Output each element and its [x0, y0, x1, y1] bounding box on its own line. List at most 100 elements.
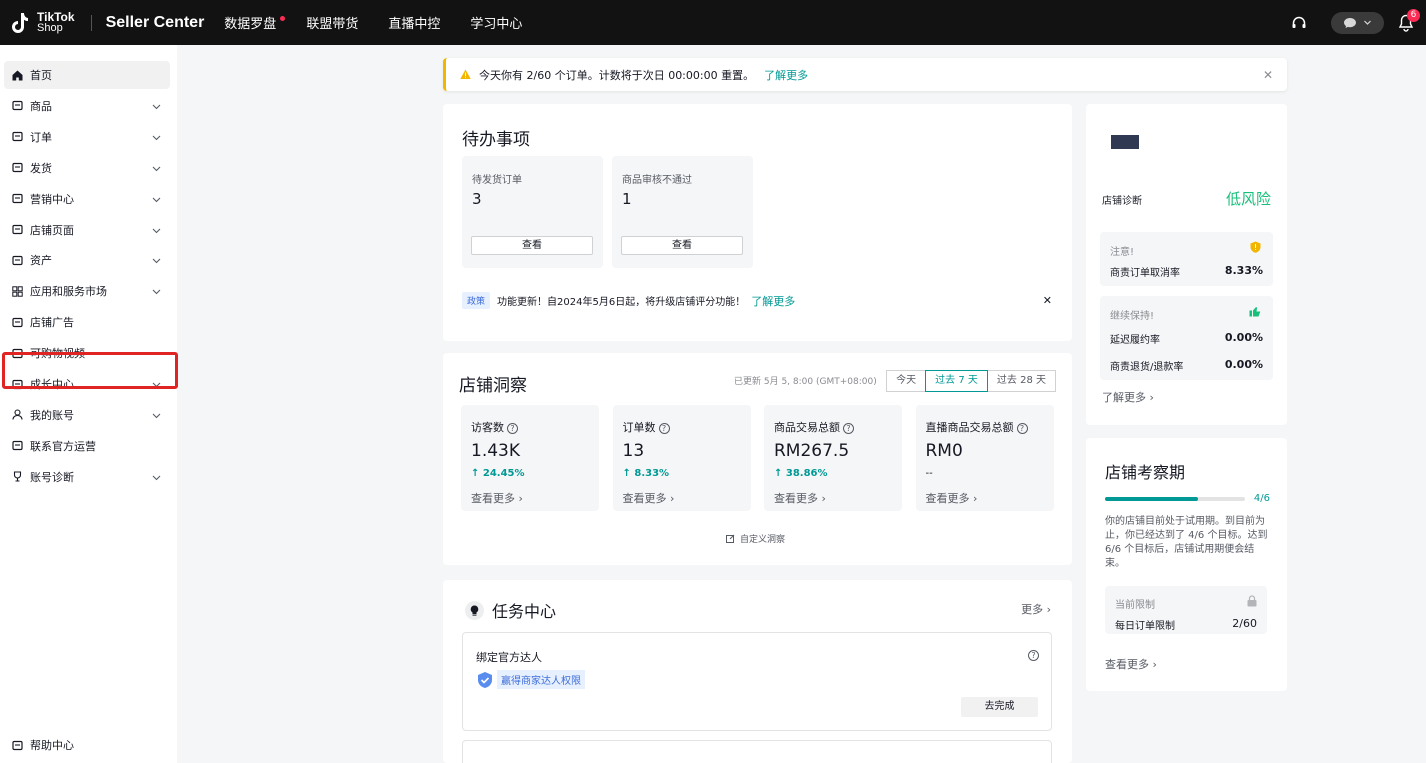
probation-view-more-link[interactable]: 查看更多 ›	[1105, 656, 1157, 672]
keep-up-title: 继续保持!	[1110, 311, 1155, 322]
notification-bell[interactable]: 6	[1398, 8, 1420, 32]
attention-title: 注意!	[1110, 247, 1135, 258]
range-28-days-button[interactable]: 过去 28 天	[986, 370, 1056, 392]
sidebar-item-label: 资产	[30, 254, 52, 268]
warning-icon	[460, 69, 471, 79]
sidebar-item-label: 联系官方运营	[30, 439, 96, 453]
sidebar-item-label: 店铺页面	[30, 223, 74, 237]
metric-view-more-link[interactable]: 查看更多 ›	[471, 490, 523, 506]
metric-change-value: 8.33%	[634, 468, 670, 479]
chat-selector[interactable]	[1331, 11, 1384, 34]
sidebar-item-truck[interactable]: 发货	[4, 154, 170, 182]
metric-change-value: 38.86%	[785, 468, 828, 479]
sidebar-item-wallet[interactable]: 资产	[4, 246, 170, 274]
lock-icon	[1247, 595, 1257, 607]
todo-label: 商品审核不通过	[622, 175, 692, 186]
range-7-days-button[interactable]: 过去 7 天	[925, 370, 988, 392]
sidebar-item-user[interactable]: 我的账号	[4, 401, 170, 429]
chevron-down-icon[interactable]	[152, 101, 161, 110]
edit-icon	[726, 534, 735, 543]
help-question-icon[interactable]: ?	[843, 423, 854, 434]
sidebar: 首页 商品 订单 发货 营销中心 店铺页面 资产 应用和服务市场 店铺广告 可购物视频 成长中心 我的…	[0, 45, 177, 763]
task-complete-button[interactable]: 去完成	[961, 697, 1038, 717]
metric-change-value: 24.45%	[482, 468, 525, 479]
sidebar-item-label: 应用和服务市场	[30, 285, 107, 299]
diagnosis-learn-more-link[interactable]: 了解更多 ›	[1102, 389, 1154, 405]
chevron-down-icon[interactable]	[152, 163, 161, 172]
nav-affiliate[interactable]: 联盟带货	[306, 13, 358, 32]
metric-view-more-link[interactable]: 查看更多 ›	[774, 490, 826, 506]
metric-view-more-link[interactable]: 查看更多 ›	[926, 490, 978, 506]
sidebar-item-home[interactable]: 首页	[4, 61, 170, 89]
daily-order-limit-label: 每日订单限制	[1115, 621, 1175, 632]
customize-insight-label: 自定义洞察	[740, 535, 786, 545]
chevron-down-icon[interactable]	[152, 255, 161, 264]
chevron-down-icon[interactable]	[152, 194, 161, 203]
metric-label-row: 订单数?	[623, 419, 670, 435]
keep-up-metric-value: 0.00%	[1224, 358, 1263, 371]
chevron-down-icon[interactable]	[152, 225, 161, 234]
nav-learning-center[interactable]: 学习中心	[470, 13, 522, 32]
probation-description: 你的店铺目前处于试用期。到目前为止，你已经达到了 4/6 个目标。达到 6/6 …	[1105, 516, 1268, 569]
sidebar-item-ads[interactable]: 店铺广告	[4, 308, 170, 336]
chevron-down-icon[interactable]	[152, 472, 161, 481]
current-limit-box: 当前限制 每日订单限制 2/60	[1105, 586, 1267, 634]
home-icon	[12, 70, 23, 81]
range-today-button[interactable]: 今天	[886, 370, 927, 392]
help-question-icon[interactable]: ?	[1028, 650, 1039, 661]
keep-up-metric-label: 延迟履约率	[1110, 335, 1160, 346]
help-question-icon[interactable]: ?	[658, 423, 670, 434]
todo-title: 待办事项	[462, 130, 530, 150]
sidebar-item-label: 商品	[30, 99, 52, 113]
help-question-icon[interactable]: ?	[507, 423, 518, 434]
chevron-down-icon[interactable]	[152, 286, 161, 295]
todo-box-product-rejected: 商品审核不通过 1 查看	[612, 156, 753, 268]
help-chat-icon	[12, 740, 23, 751]
view-pending-shipment-button[interactable]: 查看	[471, 236, 593, 255]
seller-center-title: Seller Center	[105, 13, 205, 31]
keep-up-metric-label: 商责退货/退款率	[1110, 362, 1184, 373]
sidebar-item-order[interactable]: 订单	[4, 123, 170, 151]
nav-live-control[interactable]: 直播中控	[388, 13, 440, 32]
policy-learn-more-link[interactable]: 了解更多	[751, 293, 795, 309]
nav-data-compass[interactable]: 数据罗盘	[224, 13, 286, 32]
metric-value: 1.43K	[471, 441, 520, 461]
sidebar-item-help-center[interactable]: 帮助中心	[4, 731, 170, 759]
notice-close-icon[interactable]: ✕	[1263, 68, 1273, 82]
sidebar-item-apps[interactable]: 应用和服务市场	[4, 277, 170, 305]
ads-icon	[12, 317, 23, 328]
chevron-down-icon[interactable]	[152, 410, 161, 419]
sidebar-item-store[interactable]: 店铺页面	[4, 216, 170, 244]
nav-data-compass-label: 数据罗盘	[224, 17, 277, 32]
highlight-box-my-account	[2, 352, 178, 389]
contact-icon	[12, 440, 23, 451]
help-question-icon[interactable]: ?	[1016, 423, 1028, 434]
store-avatar	[1111, 135, 1139, 149]
sidebar-item-megaphone[interactable]: 营销中心	[4, 185, 170, 213]
probation-view-more-label: 查看更多	[1105, 658, 1149, 671]
order-icon	[12, 131, 23, 142]
metric-change: ↑ 8.33%	[623, 468, 670, 479]
trophy-icon	[12, 471, 23, 482]
metric-label: 商品交易总额	[774, 421, 840, 434]
sidebar-item-label: 账号诊断	[30, 470, 74, 484]
notice-learn-more-link[interactable]: 了解更多	[764, 67, 808, 83]
policy-close-icon[interactable]: ✕	[1043, 294, 1052, 307]
view-product-rejected-button[interactable]: 查看	[621, 236, 743, 255]
trend-up-icon: ↑	[774, 468, 786, 479]
metric-view-more-link[interactable]: 查看更多 ›	[623, 490, 675, 506]
task-item: 绑定官方达人 ? 赢得商家达人权限 去完成	[462, 632, 1052, 731]
sidebar-item-contact[interactable]: 联系官方运营	[4, 432, 170, 460]
metric-change: ↑ 24.45%	[471, 468, 525, 479]
task-more-link[interactable]: 更多 ›	[1021, 601, 1051, 617]
tiktok-shop-logo[interactable]: TikTok Shop	[10, 0, 75, 45]
headset-icon[interactable]	[1291, 15, 1307, 31]
diagnosis-label: 店铺诊断	[1102, 196, 1142, 207]
sidebar-item-product[interactable]: 商品	[4, 92, 170, 120]
customize-insight-link[interactable]: 自定义洞察	[726, 532, 785, 545]
chevron-down-icon[interactable]	[152, 132, 161, 141]
attention-box: 注意! 商责订单取消率 8.33%	[1100, 232, 1273, 286]
sidebar-item-trophy[interactable]: 账号诊断	[4, 463, 170, 491]
current-limit-title: 当前限制	[1115, 600, 1155, 611]
truck-icon	[12, 162, 23, 173]
